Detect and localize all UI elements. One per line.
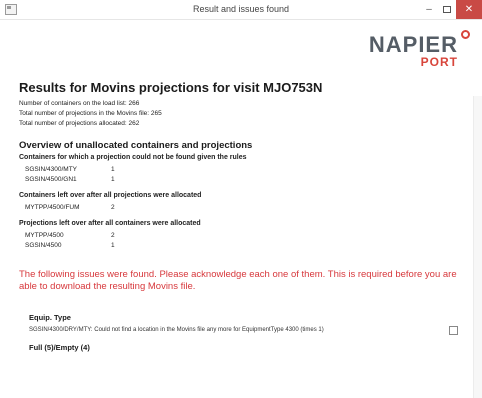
issue-row: SGSIN/4300/DRY/MTY: Could not find a loc…: [29, 324, 469, 338]
stat-projections-allocated: Total number of projections allocated: 2…: [19, 120, 140, 127]
row-key: MYTPP/4500: [25, 232, 64, 239]
stat-projections-total: Total number of projections in the Movin…: [19, 110, 162, 117]
vertical-scrollbar[interactable]: [473, 96, 482, 398]
issue-title-equip-type: Equip. Type: [29, 313, 71, 322]
results-content: Results for Movins projections for visit…: [19, 80, 469, 352]
logo-ring-icon: [461, 30, 470, 39]
unmatched-containers-title: Containers for which a projection could …: [19, 154, 247, 161]
row-value: 1: [111, 166, 115, 173]
overview-title: Overview of unallocated containers and p…: [19, 140, 253, 151]
list-item: SGSIN/4500/GN1 1: [25, 175, 469, 185]
close-button[interactable]: ✕: [456, 0, 482, 19]
page-title: Results for Movins projections for visit…: [19, 80, 323, 95]
row-key: SGSIN/4500: [25, 242, 62, 249]
row-value: 2: [111, 232, 115, 239]
acknowledge-checkbox[interactable]: [449, 326, 458, 335]
issue-title-full-empty: Full (5)/Empty (4): [29, 343, 90, 352]
unmatched-containers-list: SGSIN/4300/MTY 1 SGSIN/4500/GN1 1: [19, 165, 469, 185]
leftover-projections-title: Projections left over after all containe…: [19, 220, 201, 227]
issues-list: Equip. Type SGSIN/4300/DRY/MTY: Could no…: [29, 313, 469, 352]
logo-sub-text: PORT: [420, 55, 458, 69]
row-key: SGSIN/4500/GN1: [25, 176, 77, 183]
issues-warning-message: The following issues were found. Please …: [19, 269, 457, 292]
leftover-containers-title: Containers left over after all projectio…: [19, 192, 202, 199]
maximize-button[interactable]: [438, 0, 456, 19]
list-item: SGSIN/4500 1: [25, 241, 469, 251]
row-value: 1: [111, 242, 115, 249]
row-value: 1: [111, 176, 115, 183]
row-key: MYTPP/4500/FUM: [25, 204, 80, 211]
window-title: Result and issues found: [192, 4, 290, 14]
list-item: MYTPP/4500 2: [25, 231, 469, 241]
leftover-containers-list: MYTPP/4500/FUM 2: [19, 203, 469, 213]
napier-port-logo: NAPIER PORT: [369, 30, 470, 76]
list-item: MYTPP/4500/FUM 2: [25, 203, 469, 213]
title-bar: Result and issues found – ✕: [0, 0, 482, 20]
minimize-button[interactable]: –: [420, 0, 438, 19]
stat-load-list: Number of containers on the load list: 2…: [19, 100, 140, 107]
row-key: SGSIN/4300/MTY: [25, 166, 78, 173]
issue-text: SGSIN/4300/DRY/MTY: Could not find a loc…: [29, 327, 324, 333]
list-item: SGSIN/4300/MTY 1: [25, 165, 469, 175]
leftover-projections-list: MYTPP/4500 2 SGSIN/4500 1: [19, 231, 469, 251]
row-value: 2: [111, 204, 115, 211]
maximize-icon: [443, 6, 451, 13]
